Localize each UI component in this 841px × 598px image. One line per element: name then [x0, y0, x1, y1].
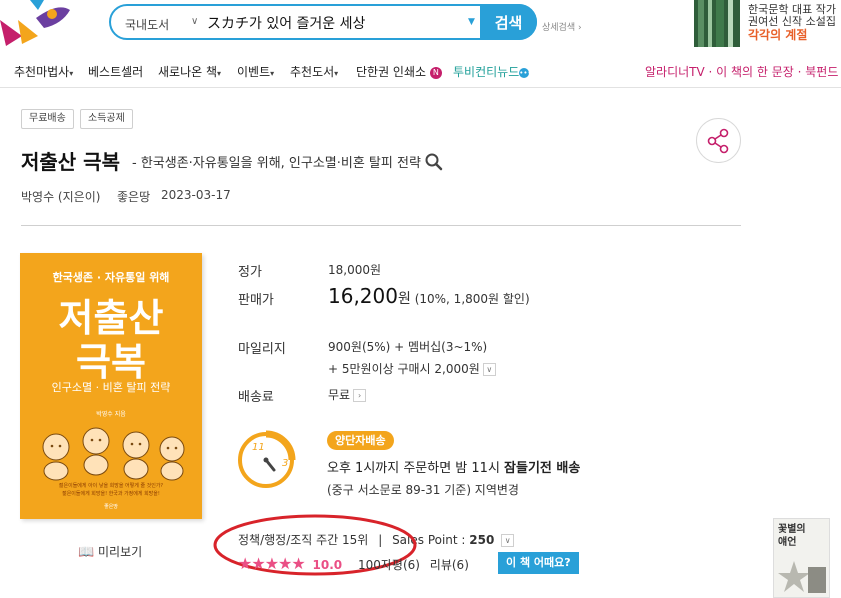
tag-free-shipping: 무료배송 — [21, 109, 74, 129]
svg-text:3: 3 — [282, 458, 288, 469]
side-book-thumbnail[interactable]: 꽃별의 얘언 — [773, 518, 830, 598]
delivery-type-badge: 양단자배송 — [327, 431, 394, 450]
dropdown-arrow-icon[interactable]: ▼ — [468, 17, 475, 27]
sale-price-label: 판매가 — [238, 293, 274, 308]
aladin-logo[interactable] — [0, 0, 72, 48]
star-rating-icon: ★★★★★ — [238, 554, 306, 573]
search-bar: 국내도서 ∨ スカチ가 있어 즐거운 세상 ▼ — [109, 4, 537, 40]
list-price-label: 정가 — [238, 265, 262, 280]
discount-info: (10%, 1,800원 할인) — [414, 292, 530, 306]
rating-row: ★★★★★ 10.0 100자평(6) 리뷰(6) — [238, 554, 469, 573]
nav-item-events[interactable]: 이벤트▾ — [237, 63, 274, 80]
chevron-right-icon[interactable]: › — [353, 389, 367, 402]
book-cover-image[interactable]: 한국생존 · 자유통일 위해 저출산 극복 인구소멸 · 비혼 탈피 전략 박영… — [20, 253, 202, 519]
cover-babies-illustration — [42, 427, 185, 481]
share-button[interactable] — [696, 118, 741, 163]
author-link[interactable]: 박영수 (지은이) — [21, 188, 100, 205]
mileage-label: 마일리지 — [238, 342, 286, 357]
mileage-line1: 900원(5%) + 멤버십(3~1%) — [328, 340, 488, 354]
rating-score: 10.0 — [312, 558, 343, 572]
chevron-down-icon[interactable]: ∨ — [501, 534, 515, 547]
detail-search-link[interactable]: 상세검색 › — [542, 20, 582, 33]
share-icon — [707, 128, 729, 154]
book-title: 저출산 극복 — [21, 150, 120, 174]
nav-item-single-print[interactable]: 단한권 인쇄소 N — [356, 63, 442, 80]
delivery-region-change[interactable]: (중구 서소문로 89-31 기준) 지역변경 — [327, 481, 519, 498]
tag-tax-deduction: 소득공제 — [80, 109, 133, 129]
reviews-link[interactable]: 리뷰(6) — [430, 558, 469, 572]
sales-point-value: 250 — [469, 533, 495, 547]
search-category-select[interactable]: 국내도서 — [125, 16, 169, 33]
search-button[interactable]: 검색 — [480, 4, 537, 40]
sale-price: 16,200원 (10%, 1,800원 할인) — [328, 284, 530, 308]
mileage-line2: + 5만원이상 구매시 2,000원 ∨ — [328, 360, 496, 377]
chevron-down-icon[interactable]: ∨ — [191, 16, 198, 27]
nav-item-to-be-continued[interactable]: 투비컨티뉴드••• — [453, 63, 532, 80]
sale-price-value: 16,200 — [328, 284, 398, 308]
book-subtitle: - 한국생존·자유통일을 위해, 인구소멸·비혼 탈피 전략 — [132, 152, 443, 171]
shipping-fee-label: 배송료 — [238, 390, 274, 405]
caret-down-icon: ▾ — [217, 69, 222, 78]
caret-down-icon: ▾ — [334, 69, 339, 78]
preview-button[interactable]: 📖 미리보기 — [78, 543, 142, 560]
divider — [21, 225, 741, 226]
how-is-this-book-button[interactable]: 이 책 어때요? — [498, 552, 579, 574]
svg-text:11: 11 — [252, 442, 265, 453]
ad-book-image[interactable] — [694, 0, 740, 47]
magnifier-icon[interactable] — [425, 153, 443, 171]
search-input[interactable]: スカチ가 있어 즐거운 세상 — [207, 13, 365, 33]
nav-item-new-books[interactable]: 새로나온 책▾ — [158, 63, 221, 80]
caret-down-icon: ▾ — [69, 69, 74, 78]
nav-item-recommended[interactable]: 추천도서▾ — [290, 63, 338, 80]
clock-icon: 11 3 — [238, 430, 296, 488]
delivery-promise: 오후 1시까지 주문하면 밤 11시 잠들기전 배송 — [327, 461, 581, 476]
nav-right-links[interactable]: 알라디너TV · 이 책의 한 문장 · 북펀드 — [645, 63, 838, 80]
nav-item-recommend-wizard[interactable]: 추천마법사▾ — [14, 63, 73, 80]
ad-book-title[interactable]: 각각의 계절 — [748, 26, 807, 43]
caret-down-icon: ▾ — [270, 69, 275, 78]
star-decoration-icon — [778, 561, 826, 593]
nav-item-bestseller[interactable]: 베스트셀러 — [88, 63, 143, 80]
category-nav: 추천마법사▾ 베스트셀러 새로나온 책▾ 이벤트▾ 추천도서▾ 단한권 인쇄소 … — [0, 54, 841, 88]
publish-date: 2023-03-17 — [161, 188, 231, 202]
short-comments-link[interactable]: 100자평(6) — [358, 558, 420, 572]
more-dots-icon: ••• — [519, 68, 532, 78]
list-price-value: 18,000원 — [328, 263, 382, 277]
shipping-fee: 무료 › — [328, 386, 367, 403]
new-badge-icon: N — [429, 67, 442, 79]
expand-chevron-icon[interactable]: ∨ — [482, 363, 496, 376]
book-icon: 📖 — [78, 545, 95, 560]
publisher-link[interactable]: 좋은땅 — [117, 188, 150, 205]
